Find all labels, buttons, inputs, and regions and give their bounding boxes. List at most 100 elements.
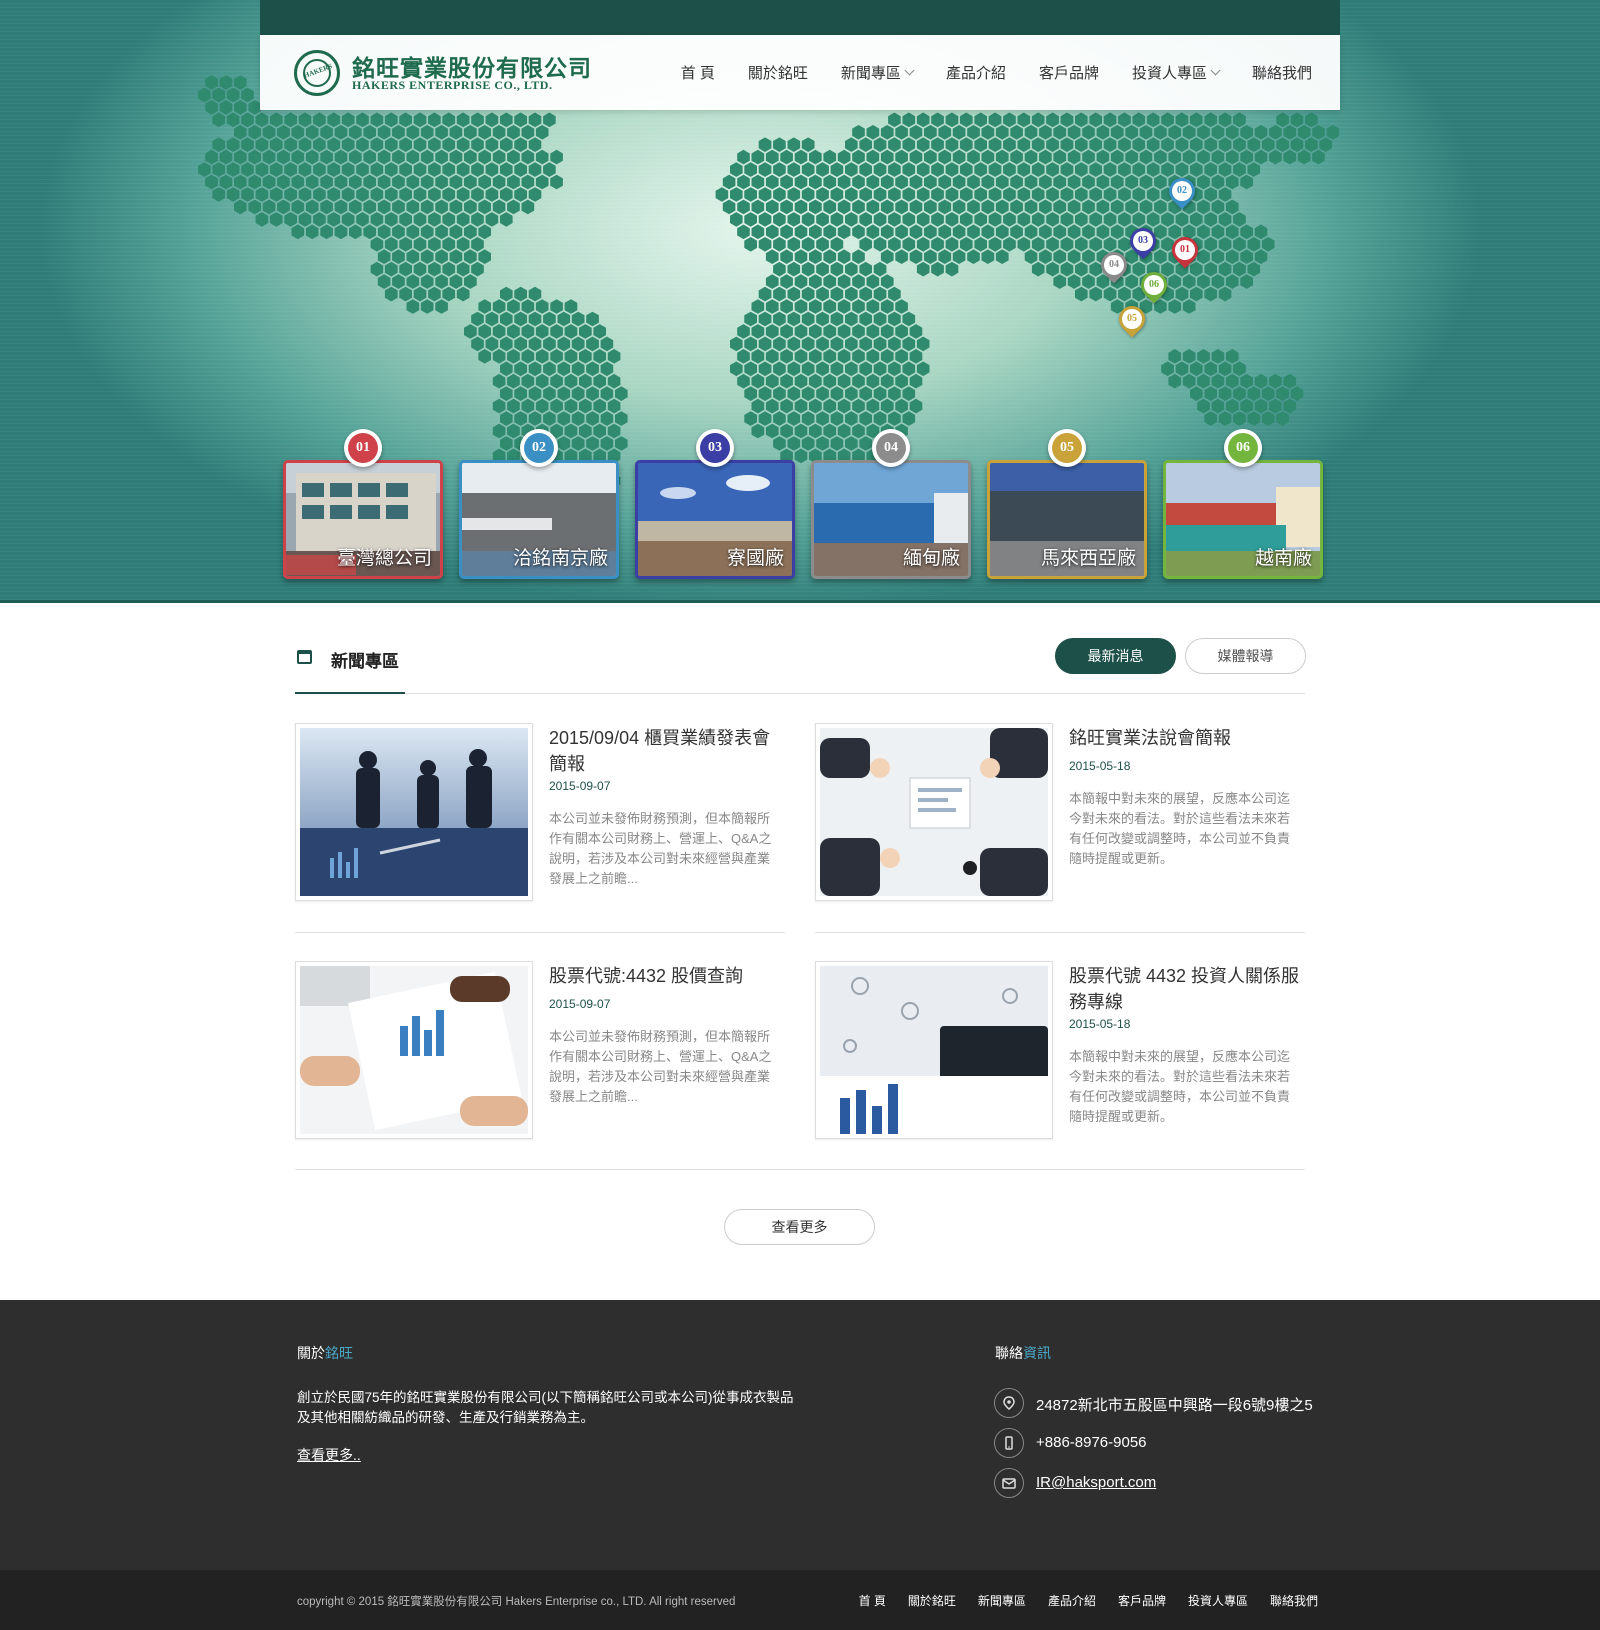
map-hex bbox=[816, 336, 829, 352]
map-hex bbox=[916, 112, 930, 128]
map-hex bbox=[262, 174, 276, 190]
footer-link-contact[interactable]: 聯絡我們 bbox=[1270, 1592, 1318, 1609]
map-hex bbox=[557, 436, 571, 451]
map-hex bbox=[456, 162, 470, 177]
footer-link-news[interactable]: 新聞專區 bbox=[978, 1592, 1026, 1609]
map-hex bbox=[428, 237, 441, 252]
map-hex bbox=[916, 237, 930, 252]
footer-link-about[interactable]: 關於銘旺 bbox=[908, 1592, 956, 1609]
map-hex bbox=[823, 224, 837, 240]
article-thumbnail[interactable] bbox=[815, 961, 1053, 1139]
factory-card-vietnam[interactable]: 越南廠 bbox=[1163, 460, 1323, 579]
map-hex bbox=[830, 162, 844, 177]
map-hex bbox=[1031, 137, 1045, 152]
map-hex bbox=[722, 174, 736, 190]
map-hex bbox=[816, 436, 829, 451]
footer-link-investors[interactable]: 投資人專區 bbox=[1188, 1592, 1248, 1609]
article-thumbnail[interactable] bbox=[295, 723, 533, 901]
map-hex bbox=[880, 274, 894, 289]
tab-media-reports[interactable]: 媒體報導 bbox=[1185, 638, 1306, 674]
map-hex bbox=[356, 187, 369, 202]
map-hex bbox=[780, 398, 793, 414]
nav-news[interactable]: 新聞專區 bbox=[841, 62, 915, 83]
map-hex bbox=[313, 112, 326, 128]
map-hex bbox=[1283, 373, 1297, 389]
map-hex bbox=[1053, 274, 1067, 289]
map-hex bbox=[500, 137, 513, 152]
nav-about[interactable]: 關於銘旺 bbox=[748, 62, 808, 83]
article-title[interactable]: 股票代號:4432 股價查詢 bbox=[549, 963, 785, 989]
map-hex bbox=[399, 237, 412, 252]
map-hex bbox=[442, 261, 456, 277]
map-hex bbox=[1024, 125, 1038, 140]
map-hex bbox=[1240, 174, 1253, 190]
map-hex bbox=[1010, 174, 1023, 190]
brand-name-en[interactable]: HAKERS ENTERPRISE CO., LTD. bbox=[352, 78, 552, 93]
article-thumbnail[interactable] bbox=[815, 723, 1053, 901]
map-hex bbox=[1233, 361, 1246, 377]
footer-link-home[interactable]: 首 頁 bbox=[859, 1592, 886, 1609]
map-hex bbox=[478, 324, 491, 339]
map-hex bbox=[1197, 149, 1210, 165]
map-hex bbox=[888, 237, 901, 252]
map-hex bbox=[794, 373, 808, 389]
footer-about-more-link[interactable]: 查看更多.. bbox=[297, 1445, 361, 1465]
map-hex bbox=[262, 149, 276, 165]
map-hex bbox=[1046, 212, 1059, 227]
map-hex bbox=[1204, 187, 1217, 202]
map-hex bbox=[902, 187, 916, 202]
tab-latest-news[interactable]: 最新消息 bbox=[1055, 638, 1176, 674]
map-hex bbox=[370, 162, 384, 177]
map-hex bbox=[866, 299, 880, 314]
map-hex bbox=[1031, 162, 1045, 177]
map-hex bbox=[1010, 125, 1023, 140]
map-hex bbox=[399, 261, 412, 277]
nav-investors[interactable]: 投資人專區 bbox=[1132, 62, 1221, 83]
map-hex bbox=[1118, 212, 1131, 227]
map-hex bbox=[1197, 398, 1210, 414]
map-hex bbox=[305, 224, 319, 240]
map-hex bbox=[730, 187, 743, 202]
map-hex bbox=[420, 174, 434, 190]
map-hex bbox=[1247, 137, 1261, 152]
map-hex bbox=[787, 386, 801, 401]
factory-card-myanmar[interactable]: 緬甸廠 bbox=[811, 460, 971, 579]
map-hex bbox=[988, 162, 1002, 177]
map-hex bbox=[880, 398, 894, 414]
map-hex bbox=[801, 311, 815, 327]
factory-card-malaysia[interactable]: 馬來西亞廠 bbox=[987, 460, 1147, 579]
map-hex bbox=[226, 87, 240, 103]
factory-card-taiwan[interactable]: 臺灣總公司 bbox=[283, 460, 443, 579]
footer-email-link[interactable]: IR@haksport.com bbox=[1036, 1474, 1156, 1491]
factory-card-laos[interactable]: 寮國廠 bbox=[635, 460, 795, 579]
map-hex bbox=[1190, 137, 1203, 152]
chevron-down-icon bbox=[904, 65, 915, 76]
map-hex bbox=[413, 261, 427, 277]
article-thumbnail[interactable] bbox=[295, 961, 533, 1139]
map-hex bbox=[485, 137, 499, 152]
map-hex bbox=[435, 249, 448, 264]
footer-link-brands[interactable]: 客戶品牌 bbox=[1118, 1592, 1166, 1609]
nav-home[interactable]: 首 頁 bbox=[681, 62, 715, 83]
map-hex bbox=[1053, 149, 1067, 165]
article-title[interactable]: 股票代號 4432 投資人關係服務專線 bbox=[1069, 963, 1305, 1015]
map-hex bbox=[1168, 125, 1182, 140]
logo-icon[interactable]: HAKERS bbox=[294, 50, 340, 96]
footer-link-products[interactable]: 產品介紹 bbox=[1048, 1592, 1096, 1609]
article-title[interactable]: 銘旺實業法說會簡報 bbox=[1069, 725, 1305, 751]
map-hex bbox=[406, 249, 420, 264]
factory-card-nanjing[interactable]: 洽銘南京廠 bbox=[459, 460, 619, 579]
map-hex bbox=[492, 324, 506, 339]
map-hex bbox=[1053, 199, 1067, 215]
map-hex bbox=[334, 224, 348, 240]
factory-badge: 02 bbox=[520, 429, 558, 467]
map-hex bbox=[248, 199, 261, 215]
map-hex bbox=[392, 125, 405, 140]
map-hex bbox=[780, 373, 793, 389]
nav-products[interactable]: 產品介紹 bbox=[946, 62, 1006, 83]
view-more-button[interactable]: 查看更多 bbox=[724, 1209, 875, 1245]
nav-contact[interactable]: 聯絡我們 bbox=[1252, 62, 1312, 83]
map-hex bbox=[852, 174, 865, 190]
article-title[interactable]: 2015/09/04 櫃買業績發表會簡報 bbox=[549, 725, 785, 777]
nav-brands[interactable]: 客戶品牌 bbox=[1039, 62, 1099, 83]
